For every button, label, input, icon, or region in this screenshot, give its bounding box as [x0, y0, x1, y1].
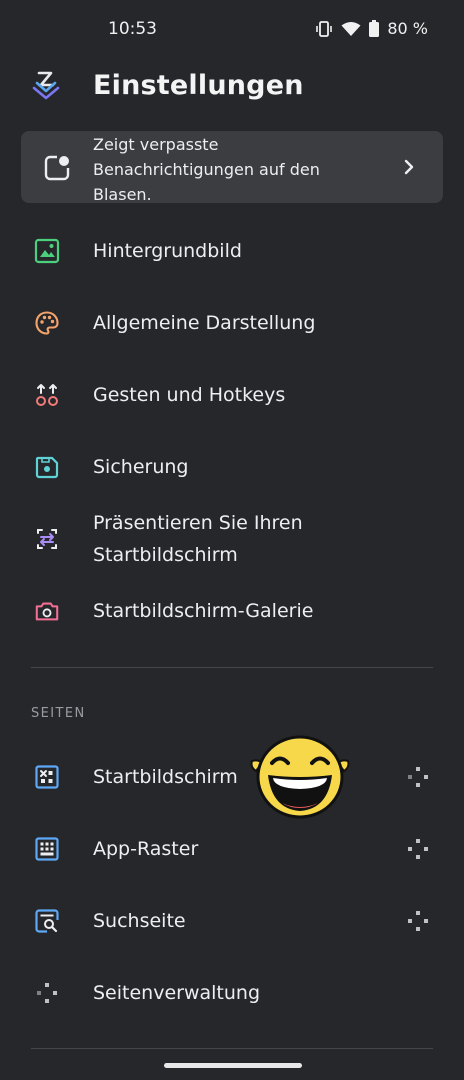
menu-item-appearance[interactable]: Allgemeine Darstellung: [0, 306, 464, 340]
menu-item-label: Gesten und Hotkeys: [93, 384, 286, 406]
drag-cross-icon: [34, 980, 60, 1006]
search-page-icon: [34, 908, 60, 934]
menu-item-gestures[interactable]: Gesten und Hotkeys: [0, 378, 464, 412]
menu-item-label: Hintergrundbild: [93, 240, 242, 262]
banner-text: Zeigt verpasste Benachrichtigungen auf d…: [93, 135, 320, 204]
share-icon: [34, 526, 60, 552]
image-icon: [34, 238, 60, 264]
status-bar: 10:53 80 %: [0, 0, 464, 60]
page-header: Einstellungen: [30, 62, 304, 108]
menu-item-backup[interactable]: Sicherung: [0, 450, 464, 484]
page-item-search[interactable]: Suchseite: [0, 904, 464, 938]
menu-item-label: Sicherung: [93, 456, 189, 478]
app-grid-icon: [34, 836, 60, 862]
app-logo-icon: [32, 71, 60, 100]
menu-item-gallery[interactable]: Startbildschirm-Galerie: [0, 594, 464, 628]
wifi-icon: [341, 21, 361, 36]
page-title: Einstellungen: [93, 69, 304, 101]
page-management-item[interactable]: Seitenverwaltung: [0, 976, 464, 1010]
laughing-emoji-icon: [250, 735, 350, 819]
chevron-right-icon: [404, 159, 414, 175]
battery-percent: 80 %: [387, 19, 428, 38]
palette-icon: [34, 310, 60, 336]
page-item-label: App-Raster: [93, 838, 199, 860]
notification-dot-icon: [44, 155, 70, 181]
section-header-pages: SEITEN: [31, 706, 86, 721]
page-item-label: Seitenverwaltung: [93, 982, 261, 1004]
section-divider: [31, 667, 433, 668]
backup-icon: [34, 454, 60, 480]
home-indicator[interactable]: [164, 1063, 302, 1068]
status-icons: 80 %: [315, 19, 428, 38]
drag-handle-icon[interactable]: [406, 909, 430, 933]
drag-handle-icon[interactable]: [406, 837, 430, 861]
notification-bubbles-banner[interactable]: Zeigt verpasste Benachrichtigungen auf d…: [21, 131, 443, 204]
page-item-label: Suchseite: [93, 910, 186, 932]
camera-icon: [34, 598, 60, 624]
vibrate-icon: [316, 20, 333, 37]
drag-handle-icon[interactable]: [406, 765, 430, 789]
menu-item-label: Allgemeine Darstellung: [93, 312, 316, 334]
page-item-app-grid[interactable]: App-Raster: [0, 832, 464, 866]
menu-item-wallpaper[interactable]: Hintergrundbild: [0, 234, 464, 268]
menu-item-share-home[interactable]: Präsentieren Sie Ihren Startbildschirm: [0, 506, 464, 572]
status-time: 10:53: [108, 19, 157, 39]
home-grid-icon: [34, 764, 60, 790]
page-item-home[interactable]: Startbildschirm: [0, 760, 464, 794]
bottom-divider: [31, 1048, 433, 1049]
gestures-icon: [34, 382, 60, 408]
menu-item-label: Startbildschirm-Galerie: [93, 600, 314, 622]
menu-item-label: Präsentieren Sie Ihren Startbildschirm: [93, 512, 303, 566]
battery-icon: [369, 20, 380, 37]
page-item-label: Startbildschirm: [93, 766, 238, 788]
